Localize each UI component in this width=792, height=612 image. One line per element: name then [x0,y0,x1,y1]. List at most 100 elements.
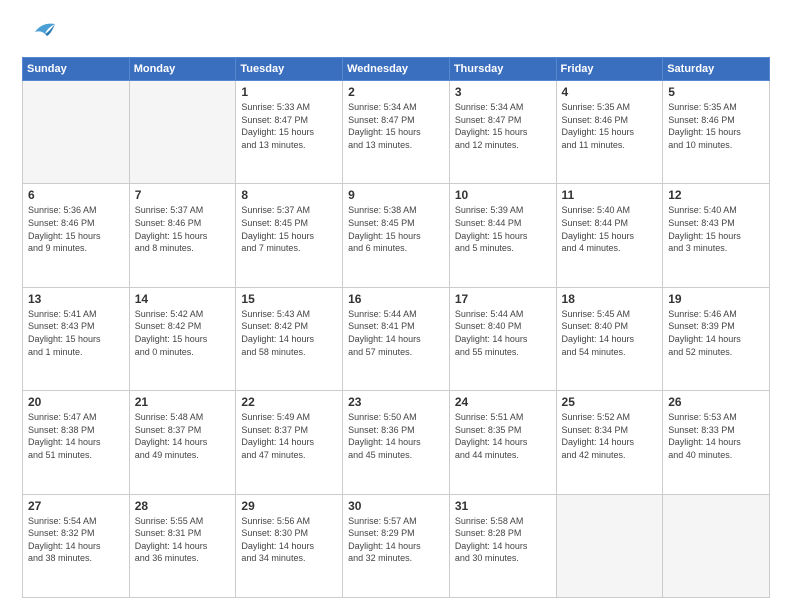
calendar-cell: 31 Sunrise: 5:58 AM Sunset: 8:28 PM Dayli… [449,494,556,597]
day-info: Sunrise: 5:34 AM Sunset: 8:47 PM Dayligh… [455,101,551,151]
calendar-cell: 28Sunrise: 5:55 AM Sunset: 8:31 PM Dayli… [129,494,236,597]
day-info: Sunrise: 5:57 AM Sunset: 8:29 PM Dayligh… [348,515,444,565]
day-info: Sunrise: 5:58 AM Sunset: 8:28 PM Dayligh… [455,515,551,565]
calendar-cell: 21 Sunrise: 5:48 AM Sunset: 8:37 PM Dayli… [129,391,236,494]
day-number: 17 [455,292,551,306]
day-number: 26 [668,395,764,409]
calendar-week-4: 20Sunrise: 5:47 AM Sunset: 8:38 PM Dayli… [23,391,770,494]
calendar-cell [129,81,236,184]
day-number: 4 [562,85,658,99]
page: SundayMondayTuesdayWednesdayThursdayFrid… [0,0,792,612]
day-info: Sunrise: 5:50 AM Sunset: 8:36 PM Dayligh… [348,411,444,461]
day-number: 13 [28,292,124,306]
day-info: Sunrise: 5:35 AM Sunset: 8:46 PM Dayligh… [562,101,658,151]
day-number: 31 [455,499,551,513]
day-info: Sunrise: 5:43 AM Sunset: 8:42 PM Dayligh… [241,308,337,358]
calendar-cell: 23 Sunrise: 5:50 AM Sunset: 8:36 PM Dayli… [343,391,450,494]
day-info: Sunrise: 5:45 AM Sunset: 8:40 PM Dayligh… [562,308,658,358]
day-number: 14 [135,292,231,306]
day-info: Sunrise: 5:52 AM Sunset: 8:34 PM Dayligh… [562,411,658,461]
weekday-header-thursday: Thursday [449,58,556,81]
calendar-cell: 8 Sunrise: 5:37 AM Sunset: 8:45 PM Daylig… [236,184,343,287]
calendar-cell: 4 Sunrise: 5:35 AM Sunset: 8:46 PM Daylig… [556,81,663,184]
weekday-header-tuesday: Tuesday [236,58,343,81]
day-info: Sunrise: 5:49 AM Sunset: 8:37 PM Dayligh… [241,411,337,461]
day-number: 16 [348,292,444,306]
day-number: 6 [28,188,124,202]
calendar-cell: 18 Sunrise: 5:45 AM Sunset: 8:40 PM Dayli… [556,287,663,390]
day-info: Sunrise: 5:40 AM Sunset: 8:44 PM Dayligh… [562,204,658,254]
day-info: Sunrise: 5:37 AM Sunset: 8:46 PM Dayligh… [135,204,231,254]
day-info: Sunrise: 5:34 AM Sunset: 8:47 PM Dayligh… [348,101,444,151]
calendar-cell: 11 Sunrise: 5:40 AM Sunset: 8:44 PM Dayli… [556,184,663,287]
day-number: 30 [348,499,444,513]
calendar-cell: 27Sunrise: 5:54 AM Sunset: 8:32 PM Dayli… [23,494,130,597]
day-number: 21 [135,395,231,409]
calendar-week-3: 13 Sunrise: 5:41 AM Sunset: 8:43 PM Dayli… [23,287,770,390]
day-info: Sunrise: 5:51 AM Sunset: 8:35 PM Dayligh… [455,411,551,461]
day-number: 28 [135,499,231,513]
calendar-cell: 30 Sunrise: 5:57 AM Sunset: 8:29 PM Dayli… [343,494,450,597]
calendar-cell: 26 Sunrise: 5:53 AM Sunset: 8:33 PM Dayli… [663,391,770,494]
header [22,18,770,49]
calendar-cell: 24 Sunrise: 5:51 AM Sunset: 8:35 PM Dayli… [449,391,556,494]
day-number: 1 [241,85,337,99]
day-number: 12 [668,188,764,202]
weekday-header-friday: Friday [556,58,663,81]
calendar-table: SundayMondayTuesdayWednesdayThursdayFrid… [22,57,770,598]
calendar-cell: 22 Sunrise: 5:49 AM Sunset: 8:37 PM Dayli… [236,391,343,494]
day-number: 11 [562,188,658,202]
day-number: 8 [241,188,337,202]
calendar-cell: 13 Sunrise: 5:41 AM Sunset: 8:43 PM Dayli… [23,287,130,390]
day-info: Sunrise: 5:40 AM Sunset: 8:43 PM Dayligh… [668,204,764,254]
calendar-cell [663,494,770,597]
day-info: Sunrise: 5:46 AM Sunset: 8:39 PM Dayligh… [668,308,764,358]
day-info: Sunrise: 5:39 AM Sunset: 8:44 PM Dayligh… [455,204,551,254]
calendar-header-row: SundayMondayTuesdayWednesdayThursdayFrid… [23,58,770,81]
day-number: 22 [241,395,337,409]
calendar-week-2: 6 Sunrise: 5:36 AM Sunset: 8:46 PM Daylig… [23,184,770,287]
calendar-cell: 19 Sunrise: 5:46 AM Sunset: 8:39 PM Dayli… [663,287,770,390]
calendar-cell: 12 Sunrise: 5:40 AM Sunset: 8:43 PM Dayli… [663,184,770,287]
calendar-cell: 5 Sunrise: 5:35 AM Sunset: 8:46 PM Daylig… [663,81,770,184]
day-info: Sunrise: 5:48 AM Sunset: 8:37 PM Dayligh… [135,411,231,461]
day-number: 19 [668,292,764,306]
calendar-cell: 20Sunrise: 5:47 AM Sunset: 8:38 PM Dayli… [23,391,130,494]
day-number: 29 [241,499,337,513]
day-number: 25 [562,395,658,409]
weekday-header-saturday: Saturday [663,58,770,81]
calendar-week-1: 1Sunrise: 5:33 AM Sunset: 8:47 PM Daylig… [23,81,770,184]
calendar-cell: 3 Sunrise: 5:34 AM Sunset: 8:47 PM Daylig… [449,81,556,184]
day-info: Sunrise: 5:36 AM Sunset: 8:46 PM Dayligh… [28,204,124,254]
day-number: 10 [455,188,551,202]
day-info: Sunrise: 5:41 AM Sunset: 8:43 PM Dayligh… [28,308,124,358]
day-info: Sunrise: 5:38 AM Sunset: 8:45 PM Dayligh… [348,204,444,254]
calendar-cell: 15 Sunrise: 5:43 AM Sunset: 8:42 PM Dayli… [236,287,343,390]
day-number: 7 [135,188,231,202]
day-info: Sunrise: 5:53 AM Sunset: 8:33 PM Dayligh… [668,411,764,461]
calendar-cell: 14 Sunrise: 5:42 AM Sunset: 8:42 PM Dayli… [129,287,236,390]
logo [22,18,57,49]
calendar-week-5: 27Sunrise: 5:54 AM Sunset: 8:32 PM Dayli… [23,494,770,597]
day-number: 24 [455,395,551,409]
day-number: 5 [668,85,764,99]
calendar-cell: 10 Sunrise: 5:39 AM Sunset: 8:44 PM Dayli… [449,184,556,287]
calendar-cell: 1Sunrise: 5:33 AM Sunset: 8:47 PM Daylig… [236,81,343,184]
weekday-header-monday: Monday [129,58,236,81]
day-number: 23 [348,395,444,409]
day-info: Sunrise: 5:42 AM Sunset: 8:42 PM Dayligh… [135,308,231,358]
weekday-header-wednesday: Wednesday [343,58,450,81]
calendar-cell: 9Sunrise: 5:38 AM Sunset: 8:45 PM Daylig… [343,184,450,287]
calendar-cell: 6 Sunrise: 5:36 AM Sunset: 8:46 PM Daylig… [23,184,130,287]
calendar-cell: 25 Sunrise: 5:52 AM Sunset: 8:34 PM Dayli… [556,391,663,494]
calendar-cell: 7 Sunrise: 5:37 AM Sunset: 8:46 PM Daylig… [129,184,236,287]
calendar-cell [23,81,130,184]
day-info: Sunrise: 5:37 AM Sunset: 8:45 PM Dayligh… [241,204,337,254]
day-number: 18 [562,292,658,306]
day-info: Sunrise: 5:35 AM Sunset: 8:46 PM Dayligh… [668,101,764,151]
day-number: 15 [241,292,337,306]
day-number: 3 [455,85,551,99]
day-number: 2 [348,85,444,99]
day-number: 27 [28,499,124,513]
day-info: Sunrise: 5:47 AM Sunset: 8:38 PM Dayligh… [28,411,124,461]
